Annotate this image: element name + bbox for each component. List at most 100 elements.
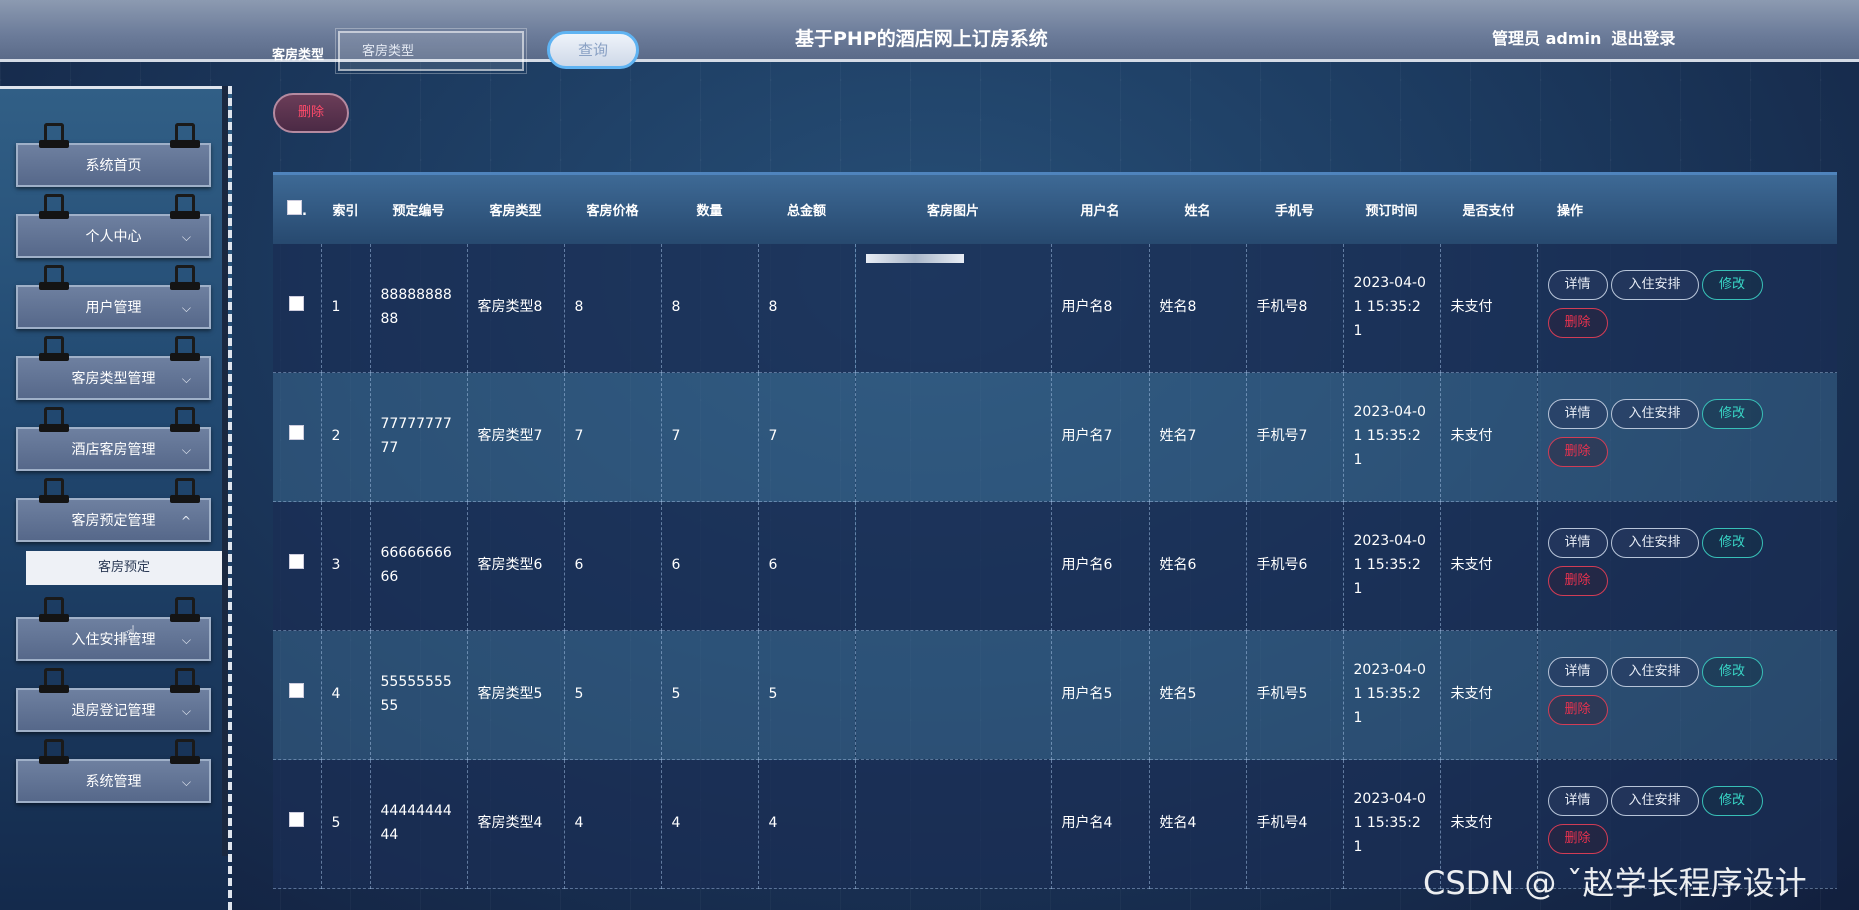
binder-clip-icon <box>170 336 200 361</box>
detail-button[interactable]: 详情 <box>1547 786 1608 816</box>
cell-booking-no: 8888888888 <box>370 243 468 373</box>
watermark: CSDN @ ˇ赵学长程序设计 <box>1423 864 1807 902</box>
row-checkbox[interactable] <box>289 812 305 828</box>
binder-clip-icon <box>170 478 200 503</box>
column-header-index: 索引 <box>321 172 370 244</box>
sidebar-item-8[interactable]: 系统管理 ⌵ <box>16 739 211 803</box>
delete-button[interactable]: 删除 <box>1547 566 1608 596</box>
sidebar-item-label: 个人中心 <box>85 229 142 245</box>
cell-actions: 详情 入住安排 修改删除 <box>1537 501 1837 631</box>
edit-button[interactable]: 修改 <box>1701 528 1763 558</box>
sidebar-item-6[interactable]: 入住安排管理 ⌵ <box>16 597 211 661</box>
cell-paid: 未支付 <box>1440 501 1538 631</box>
cell-paid: 未支付 <box>1440 630 1538 760</box>
cell-actions: 详情 入住安排 修改删除 <box>1537 243 1837 373</box>
cell-total: 4 <box>758 759 856 889</box>
select-all-checkbox[interactable] <box>287 199 303 215</box>
cell-phone: 手机号8 <box>1246 243 1344 373</box>
cell-quantity: 8 <box>661 243 759 373</box>
edit-button[interactable]: 修改 <box>1701 786 1763 816</box>
table-row[interactable]: 2 7777777777 客房类型7 7 7 7 用户名7 姓名7 手机号7 2023-04-01… <box>273 372 1837 502</box>
cell-total: 8 <box>758 243 856 373</box>
binder-clip-icon <box>39 123 69 148</box>
checkin-button[interactable]: 入住安排 <box>1610 786 1699 816</box>
cell-username: 用户名6 <box>1051 501 1150 631</box>
table-row[interactable]: 3 6666666666 客房类型6 6 6 6 用户名6 姓名6 手机号6 2023-04-01… <box>273 501 1837 631</box>
row-select-cell[interactable] <box>273 630 322 760</box>
cell-price: 4 <box>564 759 662 889</box>
sidebar-item-4[interactable]: 酒店客房管理 ⌵ <box>16 407 211 471</box>
cell-room-image <box>855 243 1052 373</box>
cell-username: 用户名7 <box>1051 372 1150 502</box>
cell-phone: 手机号6 <box>1246 501 1344 631</box>
chevron-down-icon: ⌵ <box>181 704 191 718</box>
binder-clip-icon <box>170 265 200 290</box>
checkin-button[interactable]: 入住安排 <box>1610 399 1699 429</box>
chevron-down-icon: ⌵ <box>181 372 191 386</box>
cell-room-type: 客房类型6 <box>467 501 565 631</box>
cell-room-type: 客房类型4 <box>467 759 565 889</box>
column-header-price: 客房价格 <box>564 172 661 244</box>
cell-index: 1 <box>321 243 371 373</box>
chevron-down-icon: ⌵ <box>181 633 191 647</box>
cell-phone: 手机号4 <box>1246 759 1344 889</box>
cell-name: 姓名5 <box>1149 630 1247 760</box>
table-row[interactable]: 4 5555555555 客房类型5 5 5 5 用户名5 姓名5 手机号5 2023-04-01… <box>273 630 1837 760</box>
row-select-cell[interactable] <box>273 372 322 502</box>
submenu-item-room-booking[interactable]: 客房预定 <box>26 551 222 585</box>
column-header-time: 预订时间 <box>1343 172 1440 244</box>
delete-button[interactable]: 删除 <box>1547 695 1608 725</box>
cell-quantity: 5 <box>661 630 759 760</box>
sidebar-item-7[interactable]: 退房登记管理 ⌵ <box>16 668 211 732</box>
cell-quantity: 4 <box>661 759 759 889</box>
row-select-cell[interactable] <box>273 243 322 373</box>
checkin-button[interactable]: 入住安排 <box>1610 528 1699 558</box>
select-all-header[interactable]: . <box>273 172 321 244</box>
edit-button[interactable]: 修改 <box>1701 657 1763 687</box>
sidebar-item-0[interactable]: 系统首页 <box>16 123 211 187</box>
delete-button[interactable]: 删除 <box>1547 824 1608 854</box>
cell-time: 2023-04-01 15:35:21 <box>1343 630 1441 760</box>
detail-button[interactable]: 详情 <box>1547 399 1608 429</box>
detail-button[interactable]: 详情 <box>1547 528 1608 558</box>
checkin-button[interactable]: 入住安排 <box>1610 657 1699 687</box>
cell-total: 5 <box>758 630 856 760</box>
cell-index: 5 <box>321 759 371 889</box>
sidebar-item-1[interactable]: 个人中心 ⌵ <box>16 194 211 258</box>
column-header-total: 总金额 <box>758 172 855 244</box>
sidebar-item-2[interactable]: 用户管理 ⌵ <box>16 265 211 329</box>
cell-username: 用户名4 <box>1051 759 1150 889</box>
binder-clip-icon <box>170 123 200 148</box>
row-select-cell[interactable] <box>273 501 322 631</box>
binder-clip-icon <box>39 739 69 764</box>
logout-link[interactable]: 退出登录 <box>1611 29 1675 48</box>
detail-button[interactable]: 详情 <box>1547 269 1608 300</box>
room-image-thumbnail[interactable] <box>865 253 964 263</box>
search-input[interactable] <box>335 28 527 74</box>
cell-time: 2023-04-01 15:35:21 <box>1343 243 1441 373</box>
search-button[interactable]: 查询 <box>547 31 639 69</box>
delete-button[interactable]: 删除 <box>1547 307 1608 338</box>
row-checkbox[interactable] <box>289 295 305 311</box>
sidebar-item-3[interactable]: 客房类型管理 ⌵ <box>16 336 211 400</box>
edit-button[interactable]: 修改 <box>1701 269 1763 300</box>
sidebar-scrollbar[interactable] <box>222 86 228 856</box>
column-header-quantity: 数量 <box>661 172 758 244</box>
edit-button[interactable]: 修改 <box>1701 399 1763 429</box>
checkin-button[interactable]: 入住安排 <box>1610 269 1699 300</box>
batch-delete-button[interactable]: 删除 <box>273 93 349 133</box>
cell-name: 姓名6 <box>1149 501 1247 631</box>
row-checkbox[interactable] <box>289 425 305 441</box>
cell-total: 6 <box>758 501 856 631</box>
cell-time: 2023-04-01 15:35:21 <box>1343 501 1441 631</box>
row-checkbox[interactable] <box>289 554 305 570</box>
delete-button[interactable]: 删除 <box>1547 437 1608 467</box>
binder-clip-icon <box>170 739 200 764</box>
detail-button[interactable]: 详情 <box>1547 657 1608 687</box>
sidebar-item-5[interactable]: 客房预定管理 ^ <box>16 478 211 542</box>
table-body: 1 8888888888 客房类型8 8 8 8 用户名8 姓名8 手机号8 2023-04-01… <box>273 243 1837 889</box>
row-checkbox[interactable] <box>289 683 305 699</box>
row-select-cell[interactable] <box>273 759 322 889</box>
sidebar-item-label: 系统管理 <box>85 774 142 790</box>
table-row[interactable]: 1 8888888888 客房类型8 8 8 8 用户名8 姓名8 手机号8 2023-04-01… <box>273 243 1837 373</box>
